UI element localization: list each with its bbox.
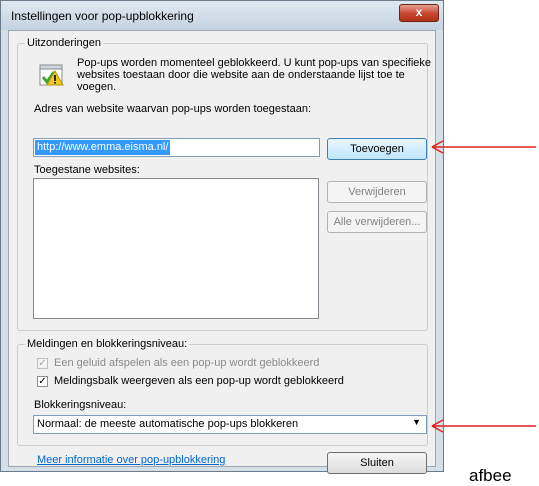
annotation-arrows <box>431 140 536 433</box>
arrow-to-add-button <box>431 140 536 154</box>
caption-fragment: afbee <box>469 466 512 485</box>
arrow-to-blocking-level <box>431 419 536 433</box>
